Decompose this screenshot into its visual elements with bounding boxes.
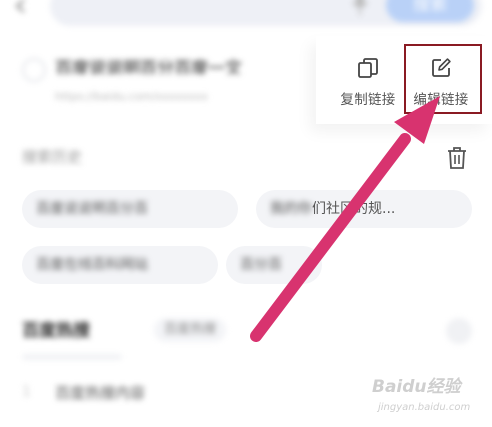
highlight-box [404, 44, 482, 114]
trash-icon[interactable] [446, 146, 468, 170]
history-chip[interactable]: 我的你们社区的规... [256, 190, 472, 228]
history-chip[interactable]: 百度在线百科网站 [22, 246, 218, 284]
hot-section-title: 百度热搜 [22, 321, 90, 341]
history-chip[interactable]: 百度说说明百分百 [22, 190, 238, 228]
history-chip-label: 百分百 [240, 257, 282, 273]
copy-icon [356, 56, 380, 80]
watermark-domain: jingyan.baidu.com [378, 402, 471, 413]
copy-link-button[interactable]: 复制链接 [336, 52, 400, 112]
watermark-logo: Baidu经验 jingyan.baidu.com [372, 372, 484, 422]
link-favicon-icon [22, 58, 46, 82]
history-title: 搜索历史 [22, 148, 83, 166]
history-chip-label: 百度说说明百分百 [36, 201, 148, 217]
hot-item-index: 1 [22, 384, 31, 400]
hot-tab[interactable]: 百度热搜 [154, 318, 226, 342]
watermark-brand: Baidu经验 [372, 377, 461, 397]
history-chip-label: 们社区的规... [312, 201, 396, 217]
search-button[interactable]: 搜索 [386, 0, 474, 22]
link-title[interactable]: 百度说说明百分百度一文 [55, 54, 285, 74]
link-url: https://baidu.com/xxxxxxxx [55, 90, 208, 103]
divider [22, 354, 122, 360]
history-chip-label-blurred: 我的你 [270, 201, 312, 217]
back-icon[interactable] [14, 0, 28, 13]
refresh-icon[interactable] [446, 318, 472, 344]
history-chip-label: 百度在线百科网站 [36, 257, 148, 273]
hot-list-item[interactable]: 百度热搜内容 [55, 382, 195, 404]
copy-link-label: 复制链接 [340, 92, 396, 108]
history-chip[interactable]: 百分百 [226, 246, 322, 284]
microphone-icon[interactable] [350, 0, 370, 16]
